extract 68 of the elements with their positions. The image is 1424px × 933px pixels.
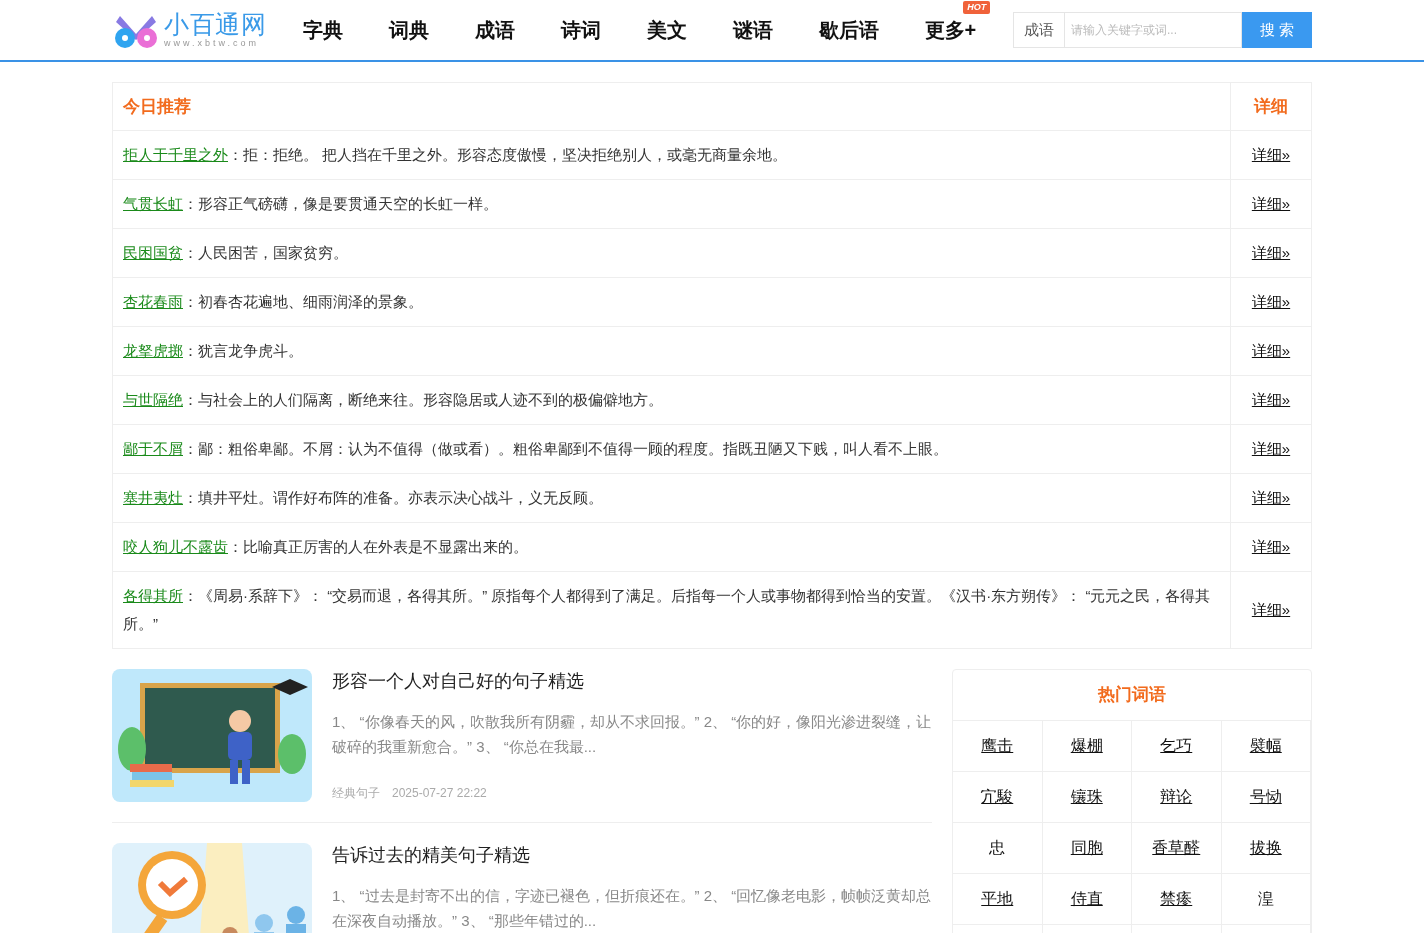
nav-link[interactable]: 字典 (302, 19, 343, 41)
article-category: 经典句子 (332, 785, 380, 802)
search-field[interactable]: 请输入关键字或词... (1065, 12, 1242, 48)
hot-word-link[interactable]: 忠 (953, 823, 1043, 874)
nav-link[interactable]: 诗词 (560, 19, 601, 41)
article-title[interactable]: 告诉过去的精美句子精选 (332, 843, 932, 867)
detail-link[interactable]: 详细» (1251, 293, 1291, 310)
nav-link[interactable]: 更多+ (924, 19, 977, 41)
hot-word-link[interactable]: 禁瘆 (1132, 874, 1222, 925)
hot-word-link[interactable]: 宂駿 (953, 772, 1043, 823)
hot-word-link[interactable]: 襞幅 (1221, 721, 1311, 772)
idiom-entry: 民困国贫：人民困苦，国家贫穷。 (123, 243, 349, 263)
hot-word-link[interactable]: 乞巧 (1132, 721, 1222, 772)
detail-link[interactable]: 详细» (1251, 244, 1291, 261)
article-summary: 1、 “过去是封寄不出的信，字迹已褪色，但折痕还在。” 2、 “回忆像老电影，帧帧泛黄却总在深夜自动播放。” 3、 “那些年错过的... (332, 886, 932, 931)
hot-badge: HOT (963, 1, 991, 14)
nav-link[interactable]: 谜语 (732, 19, 773, 41)
idiom-link[interactable]: 咬人狗儿不露齿 (123, 538, 228, 555)
idiom-entry: 杏花春雨：初春杏花遍地、细雨润泽的景象。 (123, 292, 424, 312)
detail-link[interactable]: 详细» (1251, 538, 1291, 555)
idiom-link[interactable]: 龙拏虎掷 (123, 342, 183, 359)
idiom-link[interactable]: 鄙于不屑 (123, 440, 183, 457)
hot-word-link[interactable]: 拔换 (1221, 823, 1311, 874)
hot-word-link[interactable]: 辩论 (1132, 772, 1222, 823)
idiom-entry: 各得其所：《周易·系辞下》： “交易而退，各得其所。” 原指每个人都得到了满足。后指每一个人或事物都得到恰当的安置。《汉书·东方朔传》： “元元之民，各得其所。” (123, 586, 1212, 634)
detail-link[interactable]: 详细» (1251, 195, 1291, 212)
idiom-link[interactable]: 塞井夷灶 (123, 489, 183, 506)
idiom-entry: 鄙于不屑：鄙：粗俗卑鄙。不屑：认为不值得（做或看）。粗俗卑鄙到不值得一顾的程度。指既丑陋又下贱，叫人看不上眼。 (123, 439, 949, 459)
logo-domain: www.xbtw.com (164, 39, 260, 48)
detail-link[interactable]: 详细» (1251, 440, 1291, 457)
logo-name: 小百通网 (164, 12, 267, 37)
nav-link[interactable]: 美文 (646, 19, 687, 41)
idiom-entry: 龙拏虎掷：犹言龙争虎斗。 (123, 341, 304, 361)
nav-link[interactable]: 歇后语 (818, 19, 879, 41)
idiom-entry: 咬人狗儿不露齿：比喻真正厉害的人在外表是不显露出来的。 (123, 537, 529, 557)
nav-link[interactable]: 成语 (474, 19, 515, 41)
idiom-entry: 拒人于千里之外：拒：拒绝。 把人挡在千里之外。形容态度傲慢，坚决拒绝别人，或毫无商量余地。 (123, 145, 789, 165)
hot-word-link[interactable]: 爆棚 (1042, 721, 1132, 772)
category-select[interactable]: 成语 (1013, 12, 1065, 48)
article-date: 2025-07-27 22:22 (392, 785, 487, 802)
idiom-link[interactable]: 民困国贫 (123, 244, 183, 261)
detail-link[interactable]: 详细» (1251, 489, 1291, 506)
idiom-link[interactable]: 杏花春雨 (123, 293, 183, 310)
detail-link[interactable]: 详细» (1251, 601, 1291, 618)
table-heading: 今日推荐 (112, 82, 1231, 131)
table-heading: 详细 (1230, 82, 1312, 131)
nav-link[interactable]: 词典 (388, 19, 429, 41)
hot-word-link[interactable]: 鹰击 (953, 721, 1043, 772)
hot-word-link[interactable]: 香草醛 (1132, 823, 1222, 874)
detail-link[interactable]: 详细» (1251, 391, 1291, 408)
panel-title: 热门词语 (953, 670, 1311, 721)
hot-word-link[interactable]: 湟 (1221, 874, 1311, 925)
idiom-entry: 与世隔绝：与社会上的人们隔离，断绝来往。形容隐居或人迹不到的极偏僻地方。 (123, 390, 664, 410)
hot-word-link[interactable]: 同胞 (1042, 823, 1132, 874)
detail-link[interactable]: 详细» (1251, 342, 1291, 359)
article-title[interactable]: 形容一个人对自己好的句子精选 (332, 669, 932, 693)
idiom-link[interactable]: 拒人于千里之外 (123, 146, 228, 163)
article-summary: 1、 “你像春天的风，吹散我所有阴霾，却从不求回报。” 2、 “你的好，像阳光渗进裂缝，让破碎的我重新愈合。” 3、 “你总在我最... (332, 712, 932, 757)
hot-word-link[interactable]: 号恸 (1221, 772, 1311, 823)
idiom-link[interactable]: 与世隔绝 (123, 391, 183, 408)
detail-link[interactable]: 详细» (1251, 146, 1291, 163)
hot-word-link[interactable]: 平地 (953, 874, 1043, 925)
idiom-entry: 气贯长虹：形容正气磅礴，像是要贯通天空的长虹一样。 (123, 194, 499, 214)
idiom-link[interactable]: 各得其所 (123, 587, 183, 604)
idiom-entry: 塞井夷灶：填井平灶。谓作好布阵的准备。亦表示决心战斗，义无反顾。 (123, 488, 604, 508)
hot-word-link[interactable]: 镶珠 (1042, 772, 1132, 823)
hot-word-link[interactable]: 侍直 (1042, 874, 1132, 925)
idiom-link[interactable]: 气贯长虹 (123, 195, 183, 212)
